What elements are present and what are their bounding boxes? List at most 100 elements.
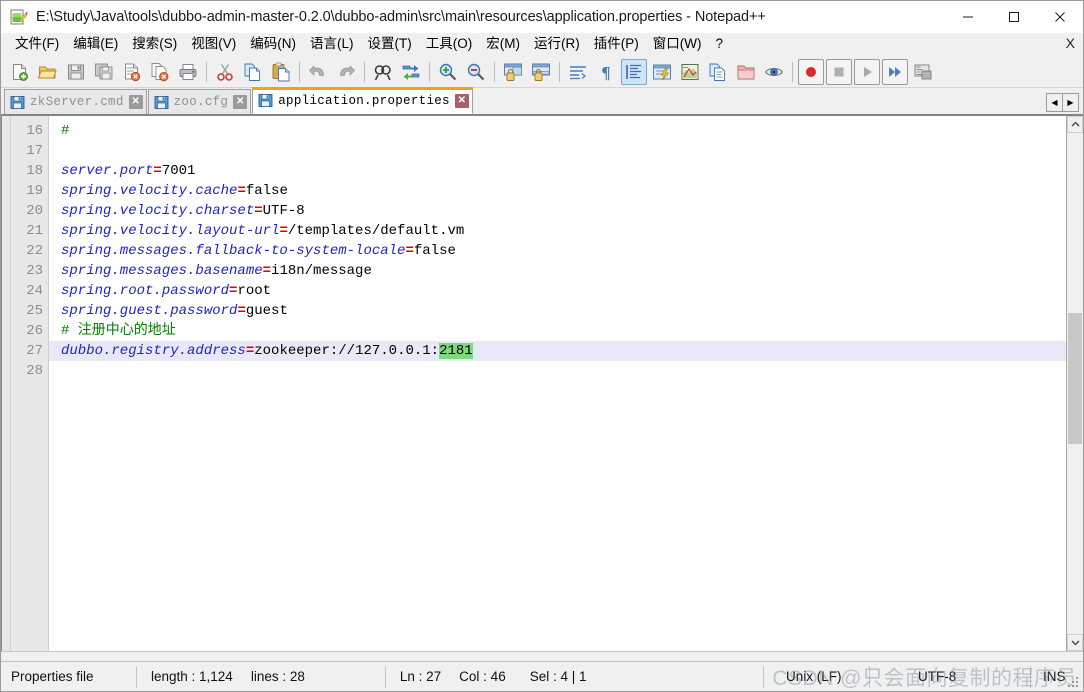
menu-help[interactable]: ?	[708, 34, 730, 55]
copy-icon[interactable]	[240, 59, 266, 85]
tab-zoo-cfg[interactable]: zoo.cfg ✕	[147, 89, 252, 114]
tab-label: application.properties	[278, 93, 450, 108]
toolbar-separator-3	[364, 61, 365, 82]
cut-icon[interactable]	[212, 59, 238, 85]
line-number: 16	[26, 123, 43, 139]
zoom-in-icon[interactable]	[435, 59, 461, 85]
code-line[interactable]: spring.velocity.charset=UTF-8	[61, 201, 1066, 221]
function-list-icon[interactable]	[705, 59, 731, 85]
show-all-characters-icon[interactable]: ¶	[593, 59, 619, 85]
code-token-comment: #	[61, 123, 70, 139]
close-file-icon[interactable]	[119, 59, 145, 85]
tab-close-icon[interactable]: ✕	[233, 95, 248, 109]
monitoring-eye-icon[interactable]	[761, 59, 787, 85]
sync-horizontal-scroll-icon[interactable]	[528, 59, 554, 85]
find-icon[interactable]	[370, 59, 396, 85]
status-sel: Sel : 4 | 1	[529, 669, 587, 684]
user-defined-dialog-icon[interactable]	[649, 59, 675, 85]
code-line[interactable]: spring.root.password=root	[61, 281, 1066, 301]
tab-close-icon[interactable]: ✕	[454, 93, 469, 108]
tab-scroll-left-button[interactable]: ◀	[1046, 93, 1063, 112]
file-save-icon	[258, 93, 273, 108]
save-icon[interactable]	[63, 59, 89, 85]
tab-zkserver-cmd[interactable]: zkServer.cmd ✕	[4, 89, 147, 114]
code-line[interactable]	[61, 361, 1066, 381]
code-token-val: false	[413, 243, 456, 259]
code-line[interactable]: spring.messages.basename=i18n/message	[61, 261, 1066, 281]
close-document-button[interactable]: X	[1066, 35, 1075, 51]
status-file-type: Properties file	[11, 669, 94, 684]
line-number: 20	[26, 203, 43, 219]
line-number: 21	[26, 223, 43, 239]
menu-bar: 文件(F) 编辑(E) 搜索(S) 视图(V) 编码(N) 语言(L) 设置(T…	[1, 33, 1083, 56]
code-line[interactable]: #	[61, 121, 1066, 141]
tab-label: zkServer.cmd	[30, 95, 124, 109]
code-line[interactable]: spring.velocity.layout-url=/templates/de…	[61, 221, 1066, 241]
document-map-icon[interactable]	[677, 59, 703, 85]
file-save-icon	[154, 95, 169, 110]
code-text-area[interactable]: # server.port=7001 spring.velocity.cache=…	[49, 116, 1066, 651]
resize-grip[interactable]	[1068, 677, 1080, 689]
scrollbar-track[interactable]	[1067, 133, 1083, 634]
menu-search[interactable]: 搜索(S)	[125, 34, 184, 55]
status-col: Col : 46	[459, 669, 506, 684]
line-number: 24	[26, 283, 43, 299]
show-indent-guide-icon[interactable]	[621, 58, 647, 85]
redo-icon[interactable]	[333, 59, 359, 85]
tab-scroll-right-button[interactable]: ▶	[1062, 93, 1079, 112]
menu-language[interactable]: 语言(L)	[303, 34, 361, 55]
code-token-key: spring.root.password	[61, 283, 230, 299]
status-length: length : 1,124	[151, 669, 233, 684]
bookmark-margin[interactable]	[2, 116, 11, 651]
menu-tools[interactable]: 工具(O)	[419, 34, 480, 55]
play-macro-icon[interactable]	[854, 58, 880, 85]
line-number: 17	[26, 143, 43, 159]
line-number: 22	[26, 243, 43, 259]
menu-file[interactable]: 文件(F)	[8, 34, 66, 55]
open-file-icon[interactable]	[35, 59, 61, 85]
editor-vertical-scrollbar[interactable]	[1066, 116, 1083, 651]
code-line[interactable]: spring.velocity.cache=false	[61, 181, 1066, 201]
menu-macro[interactable]: 宏(M)	[479, 34, 527, 55]
sync-vertical-scroll-icon[interactable]	[500, 59, 526, 85]
minimize-button[interactable]	[945, 1, 991, 33]
word-wrap-icon[interactable]	[565, 59, 591, 85]
maximize-button[interactable]	[991, 1, 1037, 33]
zoom-out-icon[interactable]	[463, 59, 489, 85]
close-button[interactable]	[1037, 1, 1083, 33]
code-line[interactable]	[61, 141, 1066, 161]
code-line[interactable]: spring.guest.password=guest	[61, 301, 1066, 321]
run-icon[interactable]	[910, 59, 936, 85]
menu-encoding[interactable]: 编码(N)	[243, 34, 303, 55]
record-macro-icon[interactable]	[798, 58, 824, 85]
run-macro-multiple-icon[interactable]	[882, 58, 908, 85]
scrollbar-thumb[interactable]	[1068, 313, 1082, 444]
print-icon[interactable]	[175, 59, 201, 85]
code-line[interactable]: spring.messages.fallback-to-system-local…	[61, 241, 1066, 261]
undo-icon[interactable]	[305, 59, 331, 85]
tab-close-icon[interactable]: ✕	[128, 95, 143, 109]
scroll-down-arrow-icon[interactable]	[1067, 634, 1083, 651]
editor-horizontal-scrollbar[interactable]	[1, 651, 1083, 661]
stop-macro-icon[interactable]	[826, 58, 852, 85]
toolbar-separator-2	[299, 61, 300, 82]
menu-view[interactable]: 视图(V)	[184, 34, 243, 55]
code-line[interactable]: dubbo.registry.address=zookeeper://127.0…	[49, 341, 1066, 361]
save-all-icon[interactable]	[91, 59, 117, 85]
scroll-up-arrow-icon[interactable]	[1067, 116, 1083, 133]
title-bar: E:\Study\Java\tools\dubbo-admin-master-0…	[1, 1, 1083, 33]
menu-settings[interactable]: 设置(T)	[361, 34, 419, 55]
code-line[interactable]: # 注册中心的地址	[61, 321, 1066, 341]
menu-plugins[interactable]: 插件(P)	[587, 34, 646, 55]
menu-edit[interactable]: 编辑(E)	[66, 34, 125, 55]
folder-as-workspace-icon[interactable]	[733, 59, 759, 85]
menu-window[interactable]: 窗口(W)	[646, 34, 709, 55]
tab-application-properties[interactable]: application.properties ✕	[252, 87, 473, 114]
menu-run[interactable]: 运行(R)	[527, 34, 587, 55]
close-all-files-icon[interactable]	[147, 59, 173, 85]
paste-icon[interactable]	[268, 59, 294, 85]
replace-icon[interactable]	[398, 59, 424, 85]
code-token-key: spring.velocity.cache	[61, 183, 238, 199]
new-file-icon[interactable]	[7, 59, 33, 85]
code-line[interactable]: server.port=7001	[61, 161, 1066, 181]
